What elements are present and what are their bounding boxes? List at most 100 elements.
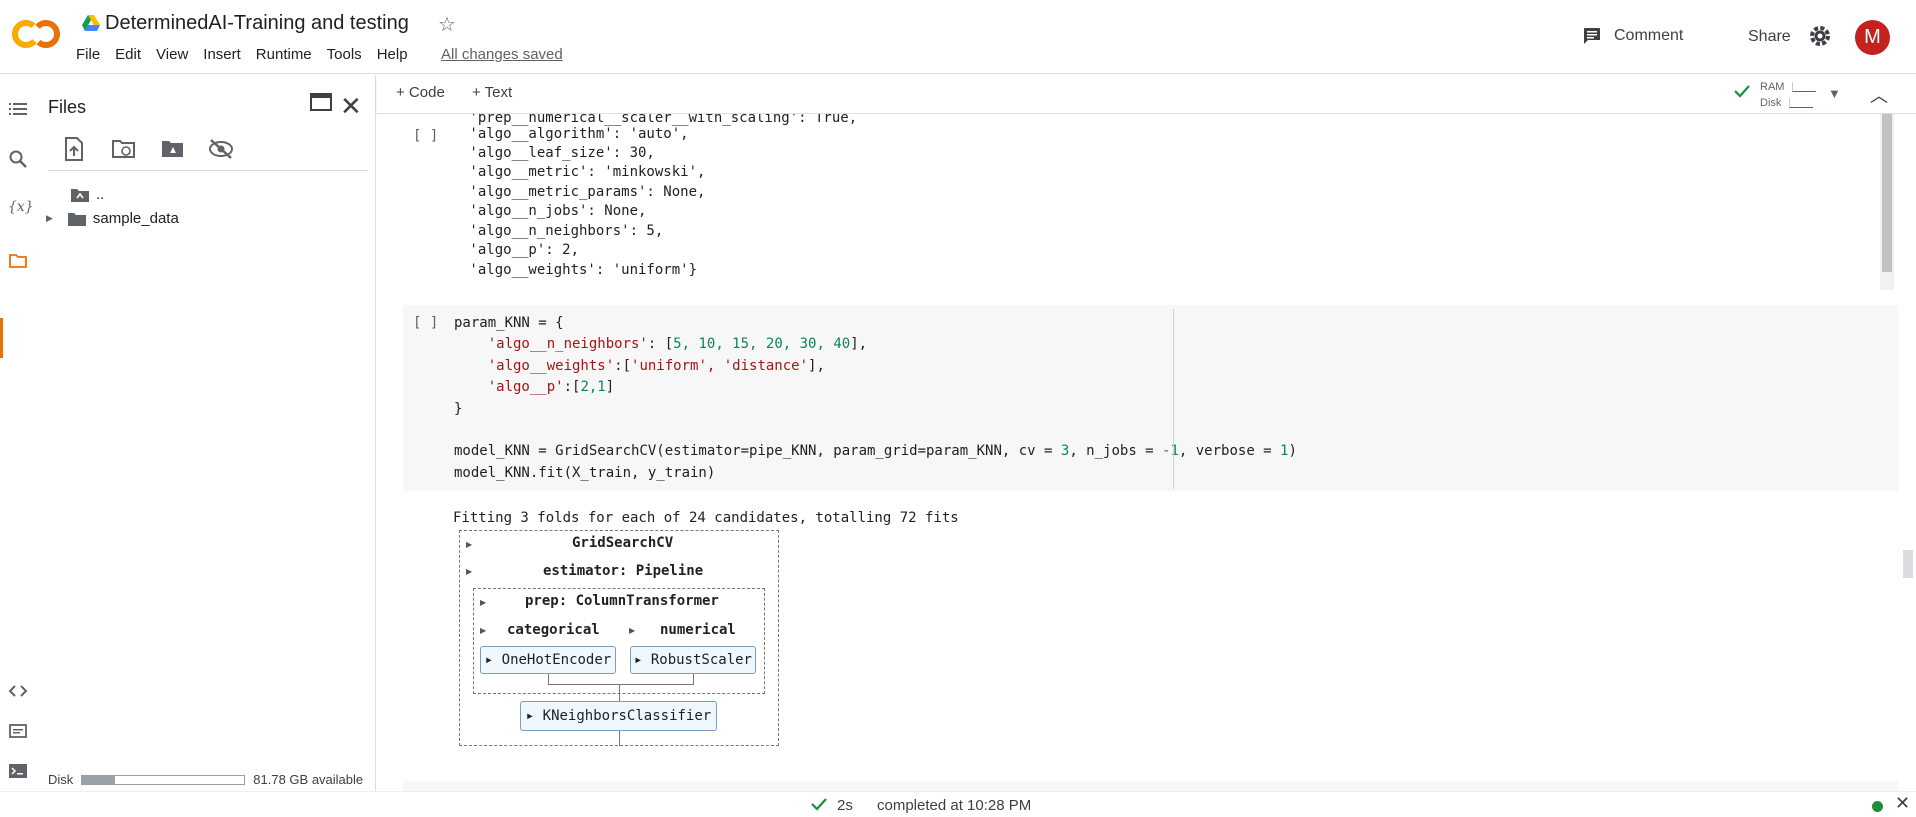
menu-edit[interactable]: Edit <box>115 46 141 63</box>
categorical-label[interactable]: categorical <box>507 622 600 638</box>
mount-drive-icon[interactable] <box>160 137 186 166</box>
close-icon[interactable]: ✕ <box>340 91 362 122</box>
prep-label[interactable]: prep: ColumnTransformer <box>525 593 719 609</box>
output-scrollbar-thumb[interactable] <box>1882 114 1892 272</box>
files-folder-icon[interactable] <box>8 251 28 271</box>
notebook-toolbar: + Code + Text RAM Disk ▼ ︿ <box>377 75 1916 114</box>
execution-completed-time[interactable]: completed at 10:28 PM <box>877 797 1031 814</box>
execution-duration: 2s <box>837 797 853 814</box>
disk-usage-bar <box>81 774 246 785</box>
tree-item-label: sample_data <box>92 210 179 227</box>
expand-arrow-icon[interactable]: ▶ <box>46 213 53 224</box>
avatar[interactable]: M <box>1855 20 1890 55</box>
onehot-encoder-box[interactable]: ▸ OneHotEncoder <box>480 646 616 674</box>
menu-tools[interactable]: Tools <box>327 46 362 63</box>
refresh-folder-icon[interactable] <box>111 137 137 166</box>
output-line: 'algo__metric_params': None, <box>461 184 706 200</box>
files-panel-title: Files <box>48 97 87 117</box>
notebook-title[interactable]: DeterminedAI-Training and testing <box>105 12 409 35</box>
comment-button[interactable]: Comment <box>1582 26 1683 46</box>
output-cell-1: [ ] 'prep__numerical__scaler__with_scali… <box>377 114 1877 292</box>
code-cell-2[interactable]: [ ] param_KNN = { 'algo__n_neighbors': [… <box>403 305 1898 491</box>
output-line: 'algo__metric': 'minkowski', <box>461 164 706 180</box>
gear-icon[interactable] <box>1808 24 1832 53</box>
menu-insert[interactable]: Insert <box>203 46 241 63</box>
fit-output-text: Fitting 3 folds for each of 24 candidate… <box>453 510 959 526</box>
code-line: 'algo__weights':['uniform', 'distance'], <box>487 358 825 374</box>
kneighbors-classifier-box[interactable]: ▸ KNeighborsClassifier <box>520 701 717 731</box>
connector-line <box>548 684 694 685</box>
star-icon[interactable]: ☆ <box>438 12 456 37</box>
command-palette-icon[interactable] <box>8 721 28 741</box>
hide-files-icon[interactable] <box>208 137 234 166</box>
notebook-scrollbar-thumb[interactable] <box>1903 550 1913 578</box>
files-divider <box>48 170 368 171</box>
numerical-label[interactable]: numerical <box>660 622 736 638</box>
share-button[interactable]: Share <box>1748 28 1791 46</box>
code-line: model_KNN.fit(X_train, y_train) <box>454 465 716 481</box>
ruler-line <box>1173 309 1174 489</box>
collapse-header-icon[interactable]: ︿ <box>1870 82 1888 108</box>
files-panel: Files ✕ .. ▶ sample_data Disk 81.78 GB a… <box>36 75 376 791</box>
terminal-icon[interactable] <box>8 761 28 781</box>
menu-view[interactable]: View <box>156 46 188 63</box>
execution-check-icon <box>810 797 828 815</box>
close-status-icon[interactable]: ✕ <box>1895 793 1910 814</box>
left-rail: {x} <box>0 75 36 791</box>
resource-monitor[interactable]: RAM Disk <box>1760 79 1817 111</box>
disk-usage-fill <box>82 775 115 784</box>
runtime-dropdown-icon[interactable]: ▼ <box>1828 86 1841 101</box>
folder-icon <box>67 212 86 226</box>
active-indicator <box>0 318 3 358</box>
code-line: param_KNN = { <box>454 315 564 331</box>
expand-toggle-icon[interactable]: ▶ <box>466 567 472 576</box>
disk-usage: Disk 81.78 GB available <box>48 772 363 787</box>
connector-line <box>619 731 620 746</box>
disk-meter <box>1789 98 1814 108</box>
app-header: DeterminedAI-Training and testing ☆ File… <box>0 0 1916 74</box>
code-line: 'algo__n_neighbors': [5, 10, 15, 20, 30,… <box>487 336 868 352</box>
menu-file[interactable]: File <box>76 46 100 63</box>
comment-label: Comment <box>1614 27 1684 44</box>
connected-check-icon <box>1733 84 1751 103</box>
expand-toggle-icon[interactable]: ▶ <box>480 598 486 607</box>
connector-line <box>693 674 694 684</box>
comment-icon <box>1584 28 1600 44</box>
robust-scaler-box[interactable]: ▸ RobustScaler <box>630 646 756 674</box>
output-line: 'algo__weights': 'uniform'} <box>461 262 698 278</box>
menu-runtime[interactable]: Runtime <box>256 46 312 63</box>
ram-meter <box>1792 82 1817 92</box>
disk-label: Disk <box>1760 97 1782 109</box>
code-line: } <box>454 401 463 417</box>
status-bar: 2s completed at 10:28 PM ✕ <box>0 791 1916 817</box>
next-code-cell[interactable] <box>403 781 1898 791</box>
connector-line <box>619 684 620 702</box>
code-line: 'algo__p':[2,1] <box>487 379 615 395</box>
open-in-tab-icon[interactable] <box>310 93 332 116</box>
tree-item-parent[interactable]: .. <box>70 186 104 203</box>
gridsearch-label[interactable]: GridSearchCV <box>572 535 673 551</box>
upload-file-icon[interactable] <box>63 137 85 166</box>
code-snippets-icon[interactable] <box>8 681 28 701</box>
table-of-contents-icon[interactable] <box>8 99 28 119</box>
tree-item-sample-data[interactable]: ▶ sample_data <box>46 210 179 227</box>
expand-toggle-icon[interactable]: ▶ <box>480 626 486 635</box>
variables-icon[interactable]: {x} <box>8 199 34 219</box>
estimator-label[interactable]: estimator: Pipeline <box>543 563 703 579</box>
cell-run-button[interactable]: [ ] <box>413 315 438 331</box>
colab-logo[interactable] <box>12 18 60 50</box>
code-line: model_KNN = GridSearchCV(estimator=pipe_… <box>454 443 1297 459</box>
expand-toggle-icon[interactable]: ▶ <box>466 540 472 549</box>
search-icon[interactable] <box>8 149 28 169</box>
google-drive-icon[interactable] <box>82 15 100 31</box>
add-code-button[interactable]: + Code <box>396 84 445 101</box>
notebook-area: [ ] 'prep__numerical__scaler__with_scali… <box>377 114 1916 791</box>
menu-help[interactable]: Help <box>377 46 408 63</box>
expand-toggle-icon[interactable]: ▶ <box>629 626 635 635</box>
cell-run-button[interactable]: [ ] <box>413 128 438 144</box>
ram-label: RAM <box>1760 81 1785 93</box>
add-text-button[interactable]: + Text <box>472 84 512 101</box>
save-status-link[interactable]: All changes saved <box>441 46 563 63</box>
folder-up-icon <box>71 188 89 202</box>
tree-item-label: .. <box>96 186 105 203</box>
